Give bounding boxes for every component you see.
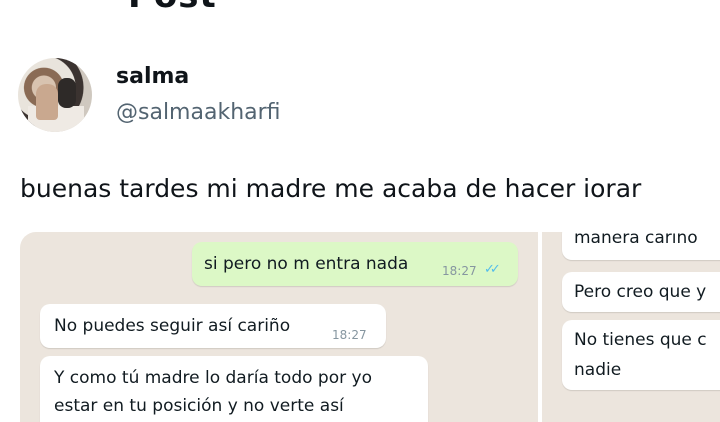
chat-screenshot-right[interactable]: manera cariño Pero creo que y No tienes … <box>542 232 720 422</box>
outgoing-message: si pero no m entra nada 18:27 ✓✓ <box>192 242 518 286</box>
message-text: si pero no m entra nada <box>204 254 409 274</box>
page-title: Post <box>128 0 217 16</box>
incoming-message: manera cariño <box>562 232 720 260</box>
tweet-text: buenas tardes mi madre me acaba de hacer… <box>20 174 642 203</box>
avatar[interactable] <box>18 58 92 132</box>
incoming-message: No puedes seguir así cariño 18:27 <box>40 304 386 348</box>
message-text: estar en tu posición y no verte así <box>54 396 344 416</box>
message-text: No tienes que c <box>574 330 707 350</box>
message-text: Pero creo que y <box>574 282 707 302</box>
message-text: No puedes seguir así cariño <box>54 316 291 336</box>
avatar-photo-person <box>36 84 58 120</box>
author-display-name[interactable]: salma <box>116 64 189 89</box>
message-text: Y como tú madre lo daría todo por yo <box>54 368 372 388</box>
avatar-photo-person-2 <box>58 78 76 108</box>
message-text: manera cariño <box>574 232 698 248</box>
message-time: 18:27 <box>442 264 477 278</box>
author-handle[interactable]: @salmaakharfi <box>116 100 281 125</box>
message-text: nadie <box>574 360 622 380</box>
incoming-message: Pero creo que y <box>562 272 720 312</box>
incoming-message: Y como tú madre lo daría todo por yo est… <box>40 356 428 422</box>
chat-screenshot-left[interactable]: si pero no m entra nada 18:27 ✓✓ No pued… <box>20 232 538 422</box>
incoming-message: No tienes que c nadie <box>562 320 720 390</box>
read-receipt-icon: ✓✓ <box>484 262 501 277</box>
message-time: 18:27 <box>332 328 367 342</box>
